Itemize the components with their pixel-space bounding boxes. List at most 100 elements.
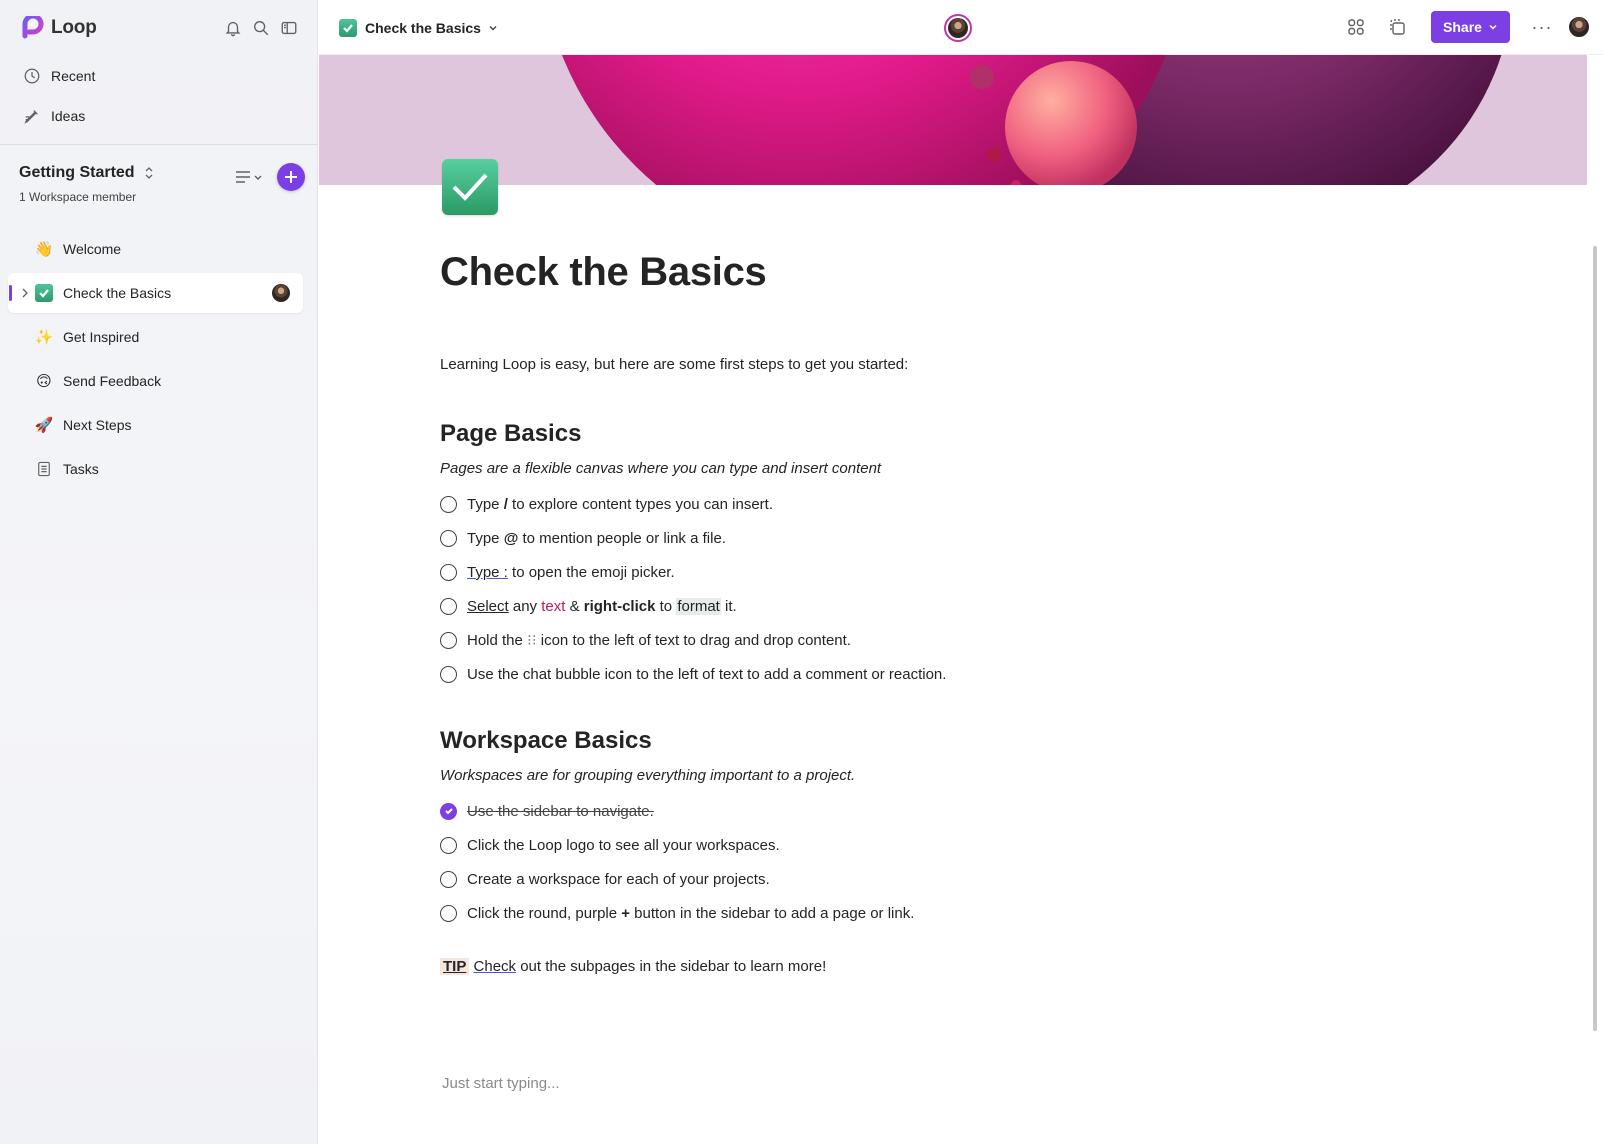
cover-image bbox=[319, 55, 1587, 185]
task-checkbox[interactable] bbox=[440, 495, 457, 513]
empty-line-placeholder[interactable]: Just start typing... bbox=[442, 1075, 560, 1092]
tip-text: out the subpages in the sidebar to learn… bbox=[516, 958, 827, 975]
task-text[interactable]: Use the sidebar to navigate. bbox=[467, 803, 654, 820]
task-checkbox[interactable] bbox=[440, 836, 457, 854]
check-box-icon bbox=[34, 283, 54, 303]
toggle-sidebar-button[interactable] bbox=[278, 17, 300, 39]
sparkles-icon: ✨ bbox=[34, 329, 54, 346]
task-item[interactable]: Hold the ⁝⁝ icon to the left of text to … bbox=[440, 628, 851, 652]
section-subtitle[interactable]: Workspaces are for grouping everything i… bbox=[440, 767, 855, 784]
task-item[interactable]: Click the Loop logo to see all your work… bbox=[440, 833, 780, 857]
task-checkbox[interactable] bbox=[440, 665, 457, 683]
check-icon bbox=[444, 808, 453, 815]
sidebar-item-label: Recent bbox=[51, 68, 96, 84]
page-title[interactable]: Check the Basics bbox=[440, 250, 767, 295]
task-item[interactable]: Type : to open the emoji picker. bbox=[440, 560, 675, 584]
check-mark-icon bbox=[452, 173, 488, 201]
task-text[interactable]: Use the chat bubble icon to the left of … bbox=[467, 666, 946, 683]
sidebar-item-label: Send Feedback bbox=[63, 373, 162, 389]
chevron-down-icon bbox=[1489, 24, 1497, 30]
tip-link[interactable]: Check bbox=[474, 958, 517, 975]
chevron-down-icon bbox=[489, 26, 497, 31]
sidebar-item-tasks[interactable]: Tasks bbox=[8, 449, 303, 489]
account-avatar-button[interactable] bbox=[1568, 16, 1590, 38]
clock-icon bbox=[24, 68, 40, 84]
tip-paragraph[interactable]: TIP Check out the subpages in the sideba… bbox=[440, 958, 826, 975]
sidebar-item-check-the-basics[interactable]: Check the Basics bbox=[8, 273, 303, 313]
task-item[interactable]: Select any text & right-click to format … bbox=[440, 594, 737, 618]
task-item[interactable]: Type @ to mention people or link a file. bbox=[440, 526, 726, 550]
task-item[interactable]: Use the sidebar to navigate. bbox=[440, 799, 654, 823]
task-text[interactable]: Select any text & right-click to format … bbox=[467, 597, 737, 615]
task-checkbox-checked[interactable] bbox=[440, 802, 457, 820]
task-text[interactable]: Click the Loop logo to see all your work… bbox=[467, 837, 780, 854]
sidebar-divider bbox=[0, 144, 318, 145]
page-icon[interactable] bbox=[442, 159, 498, 215]
task-checkbox[interactable] bbox=[440, 631, 457, 649]
search-icon bbox=[254, 21, 269, 36]
task-item[interactable]: Create a workspace for each of your proj… bbox=[440, 867, 770, 891]
task-text[interactable]: Type / to explore content types you can … bbox=[467, 496, 773, 513]
loop-logo-button[interactable]: Loop bbox=[21, 16, 97, 40]
task-item[interactable]: Click the round, purple + button in the … bbox=[440, 901, 914, 925]
section-heading-workspace-basics[interactable]: Workspace Basics bbox=[440, 727, 652, 755]
avatar bbox=[948, 18, 968, 38]
task-text[interactable]: Click the round, purple + button in the … bbox=[467, 905, 914, 922]
sidebar-item-send-feedback[interactable]: 🙃 Send Feedback bbox=[8, 361, 303, 401]
task-checkbox[interactable] bbox=[440, 597, 457, 615]
collaborator-presence-avatar[interactable] bbox=[944, 14, 972, 42]
intro-paragraph[interactable]: Learning Loop is easy, but here are some… bbox=[440, 356, 908, 373]
task-checkbox[interactable] bbox=[440, 529, 457, 547]
task-text[interactable]: Type : to open the emoji picker. bbox=[467, 564, 675, 581]
task-checkbox[interactable] bbox=[440, 563, 457, 581]
sort-pages-button[interactable] bbox=[233, 163, 265, 191]
components-button[interactable] bbox=[1340, 11, 1372, 43]
waving-hand-icon: 👋 bbox=[34, 241, 54, 258]
apps-grid-icon bbox=[1348, 19, 1364, 35]
task-text[interactable]: Type @ to mention people or link a file. bbox=[467, 530, 726, 547]
rocket-icon: 🚀 bbox=[34, 417, 54, 434]
workspace-title: Getting Started bbox=[19, 164, 135, 181]
list-sort-icon bbox=[236, 171, 262, 183]
task-checkbox[interactable] bbox=[440, 904, 457, 922]
drag-handle-icon: ⁝⁝ bbox=[527, 632, 537, 649]
task-text[interactable]: Hold the ⁝⁝ icon to the left of text to … bbox=[467, 631, 851, 649]
abstract-spheres-icon bbox=[319, 55, 1587, 185]
plus-icon bbox=[285, 171, 297, 183]
chevron-up-down-icon bbox=[145, 167, 153, 179]
section-subtitle[interactable]: Pages are a flexible canvas where you ca… bbox=[440, 460, 881, 477]
add-page-button[interactable] bbox=[277, 163, 305, 191]
sidebar-top-actions bbox=[222, 17, 300, 39]
share-button[interactable]: Share bbox=[1431, 11, 1510, 43]
task-item[interactable]: Type / to explore content types you can … bbox=[440, 492, 773, 516]
sidebar-top-nav: Recent Ideas bbox=[8, 56, 303, 136]
task-item[interactable]: Use the chat bubble icon to the left of … bbox=[440, 662, 946, 686]
bell-icon bbox=[225, 21, 241, 37]
workspace-member-count: 1 Workspace member bbox=[19, 190, 137, 204]
sidebar-item-recent[interactable]: Recent bbox=[8, 56, 303, 96]
chevron-right-icon[interactable] bbox=[19, 286, 31, 300]
share-label: Share bbox=[1443, 19, 1482, 35]
copy-icon bbox=[1390, 19, 1405, 35]
top-bar: Check the Basics Share ··· bbox=[319, 0, 1604, 55]
sidebar-item-get-inspired[interactable]: ✨ Get Inspired bbox=[8, 317, 303, 357]
sidebar-item-welcome[interactable]: 👋 Welcome bbox=[8, 229, 303, 269]
sidebar-item-label: Tasks bbox=[63, 461, 99, 477]
workspace-switcher[interactable]: Getting Started bbox=[19, 164, 155, 182]
sidebar-item-next-steps[interactable]: 🚀 Next Steps bbox=[8, 405, 303, 445]
tip-badge: TIP bbox=[440, 958, 470, 975]
more-icon: ··· bbox=[1531, 16, 1553, 37]
section-heading-page-basics[interactable]: Page Basics bbox=[440, 420, 581, 448]
sidebar-item-label: Ideas bbox=[51, 108, 86, 124]
copy-component-button[interactable] bbox=[1381, 11, 1413, 43]
ideas-icon bbox=[24, 110, 38, 124]
notifications-button[interactable] bbox=[222, 17, 244, 39]
page-list: 👋 Welcome Check the Basics ✨ Get Inspire… bbox=[8, 229, 303, 493]
doc-title-menu[interactable]: Check the Basics bbox=[339, 19, 498, 37]
task-text[interactable]: Create a workspace for each of your proj… bbox=[467, 871, 770, 888]
sidebar-item-ideas[interactable]: Ideas bbox=[8, 96, 303, 136]
search-button[interactable] bbox=[250, 17, 272, 39]
vertical-scrollbar[interactable] bbox=[1593, 246, 1597, 1031]
task-checkbox[interactable] bbox=[440, 870, 457, 888]
more-options-button[interactable]: ··· bbox=[1528, 13, 1556, 41]
